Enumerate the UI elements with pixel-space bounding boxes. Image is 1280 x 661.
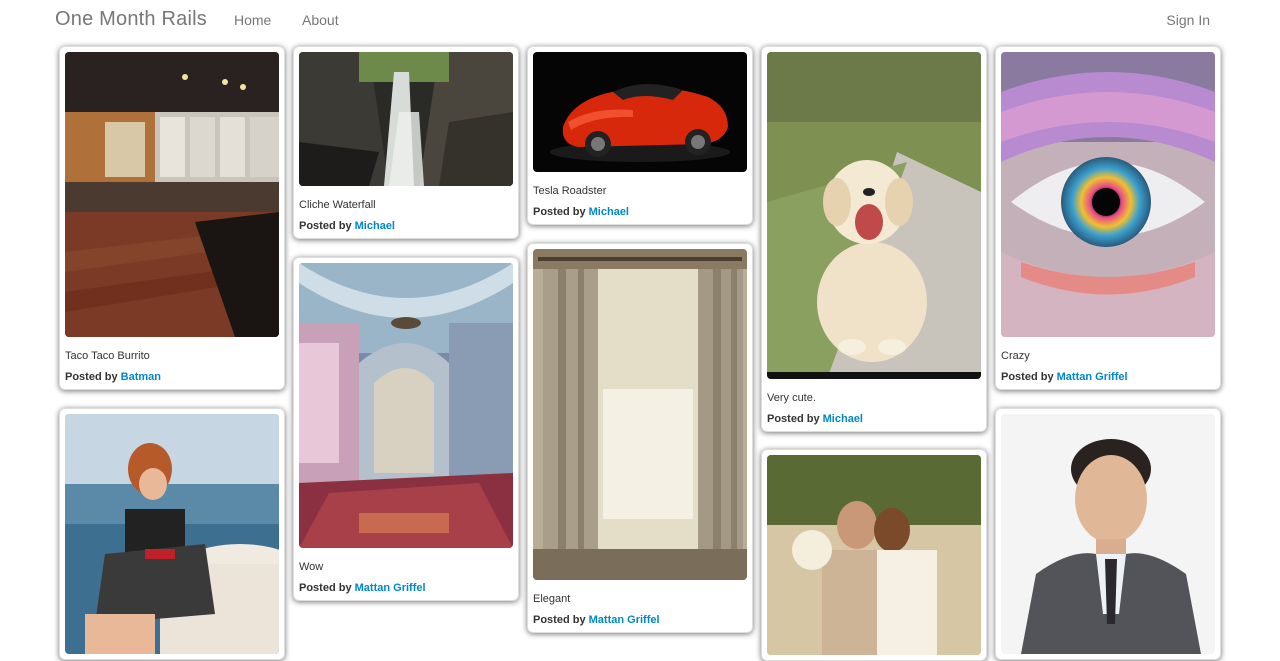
pin-card[interactable]: Elegant Posted by Mattan Griffel <box>527 243 753 633</box>
sign-in-link[interactable]: Sign In <box>1166 12 1210 28</box>
pin-description: Wow <box>299 561 324 573</box>
woman-on-car-photo[interactable] <box>65 414 279 654</box>
posted-by-label: Posted by <box>533 614 586 626</box>
pin-description: Crazy <box>1001 350 1030 362</box>
pin-card[interactable]: Tesla Roadster Posted by Michael <box>527 46 753 225</box>
pin-card[interactable]: Very cute. Posted by Michael <box>761 46 987 432</box>
pin-description: Elegant <box>533 593 571 605</box>
pin-card[interactable] <box>761 449 987 661</box>
pin-description: Cliche Waterfall <box>299 199 376 211</box>
pin-card[interactable]: Cliche Waterfall Posted by Michael <box>293 46 519 239</box>
pin-description: Taco Taco Burrito <box>65 350 150 362</box>
pin-author-link[interactable]: Michael <box>355 220 395 232</box>
ruffled-curtains-photo[interactable] <box>533 249 747 580</box>
pin-card[interactable]: Wow Posted by Mattan Griffel <box>293 257 519 601</box>
nav-home-link[interactable]: Home <box>234 12 271 28</box>
pin-author-link[interactable]: Mattan Griffel <box>355 582 426 594</box>
pin-meta: Posted by Mattan Griffel <box>299 581 513 595</box>
wedding-couple-photo[interactable] <box>767 455 981 655</box>
pin-description: Very cute. <box>767 392 816 404</box>
pin-author-link[interactable]: Batman <box>121 371 161 383</box>
pin-meta: Posted by Michael <box>767 412 981 426</box>
pin-meta: Posted by Michael <box>299 219 513 233</box>
mosque-interior-photo[interactable] <box>299 263 513 548</box>
pin-card[interactable]: Taco Taco Burrito Posted by Batman <box>59 46 285 390</box>
red-sports-car-photo[interactable] <box>533 52 747 172</box>
posted-by-label: Posted by <box>299 582 352 594</box>
posted-by-label: Posted by <box>767 413 820 425</box>
pin-card[interactable] <box>995 408 1221 660</box>
posted-by-label: Posted by <box>299 220 352 232</box>
pin-description: Tesla Roadster <box>533 185 607 197</box>
pin-meta: Posted by Mattan Griffel <box>533 613 747 627</box>
pin-card[interactable]: Crazy Posted by Mattan Griffel <box>995 46 1221 390</box>
man-in-suit-portrait-photo[interactable] <box>1001 414 1215 654</box>
nav-about-link[interactable]: About <box>302 12 339 28</box>
restaurant-interior-photo[interactable] <box>65 52 279 337</box>
pin-author-link[interactable]: Mattan Griffel <box>589 614 660 626</box>
waterfall-gorge-photo[interactable] <box>299 52 513 186</box>
pin-meta: Posted by Batman <box>65 370 279 384</box>
posted-by-label: Posted by <box>65 371 118 383</box>
pin-author-link[interactable]: Michael <box>823 413 863 425</box>
pin-meta: Posted by Mattan Griffel <box>1001 370 1215 384</box>
pin-card[interactable] <box>59 408 285 660</box>
brand-link[interactable]: One Month Rails <box>55 8 207 31</box>
pin-author-link[interactable]: Michael <box>589 206 629 218</box>
pin-meta: Posted by Michael <box>533 205 747 219</box>
navbar: One Month Rails Home About Sign In <box>0 0 1280 40</box>
posted-by-label: Posted by <box>1001 371 1054 383</box>
pin-author-link[interactable]: Mattan Griffel <box>1057 371 1128 383</box>
posted-by-label: Posted by <box>533 206 586 218</box>
colorful-eye-makeup-photo[interactable] <box>1001 52 1215 337</box>
puppy-photo[interactable] <box>767 52 981 379</box>
